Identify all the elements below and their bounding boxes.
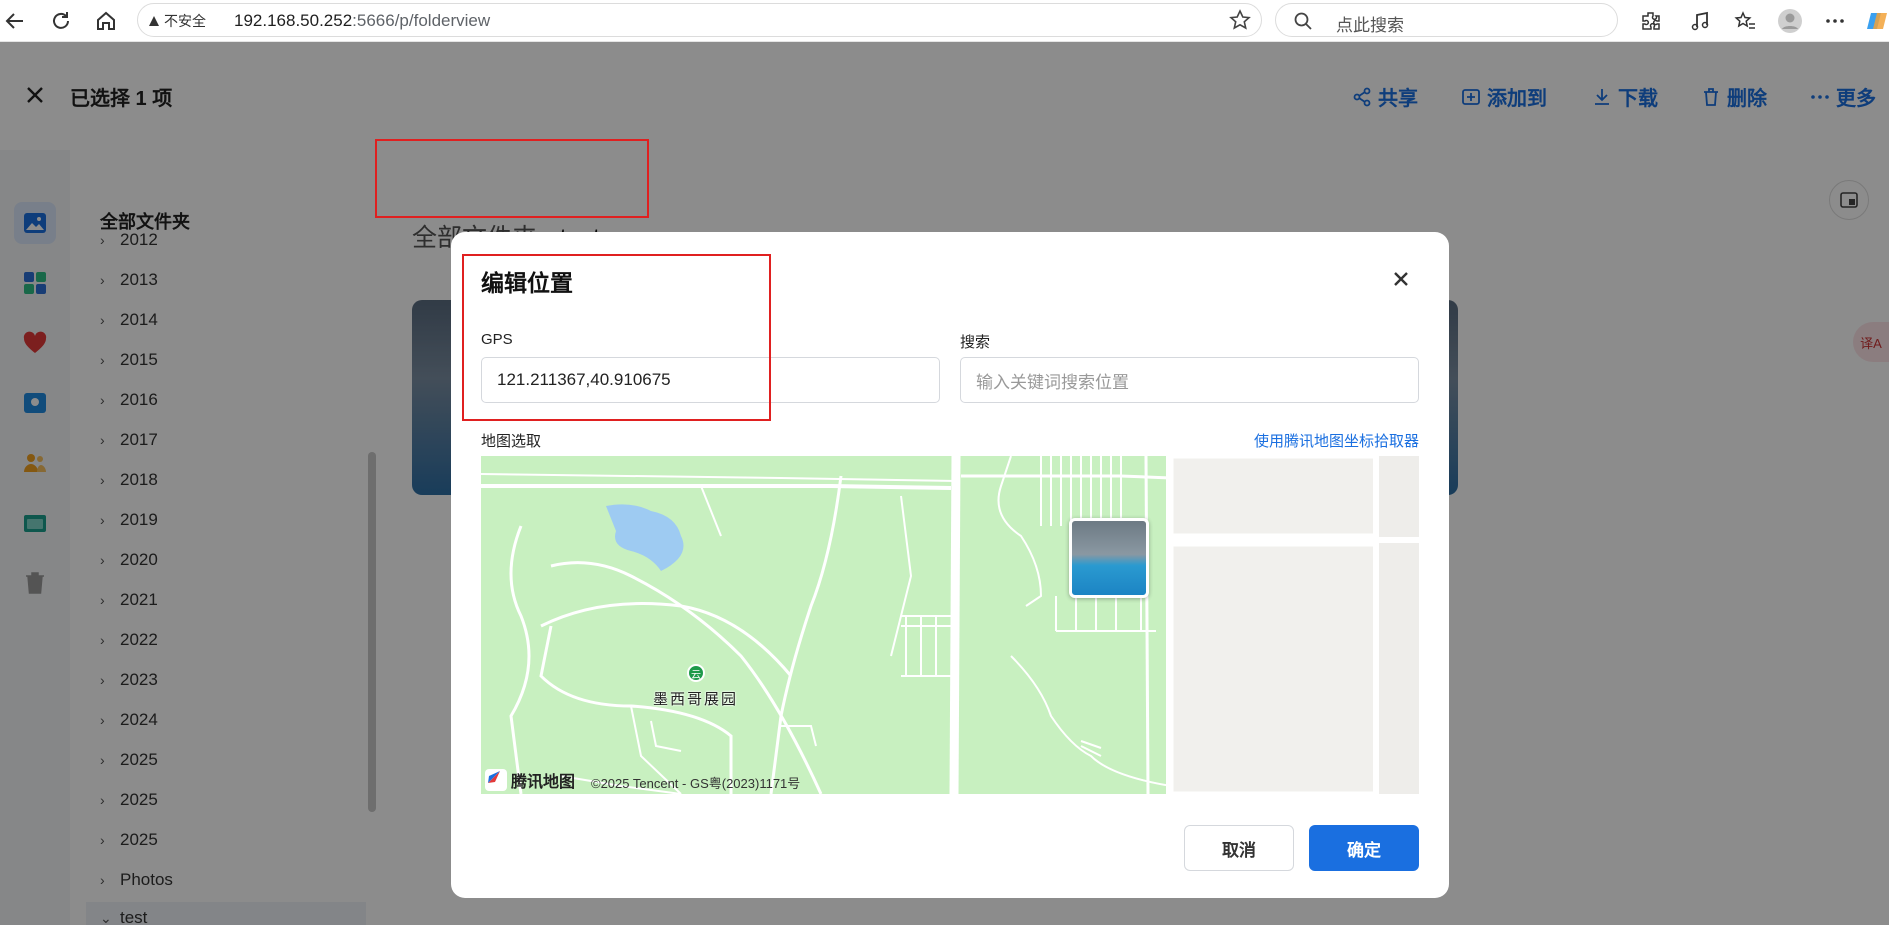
close-icon[interactable] <box>1386 264 1416 294</box>
copilot-icon[interactable] <box>1862 6 1889 36</box>
refresh-icon[interactable] <box>46 6 76 36</box>
search-label: 搜索 <box>960 334 991 351</box>
annotation-highlight <box>462 254 771 421</box>
warning-icon <box>149 16 159 26</box>
favorite-star-icon[interactable] <box>1229 9 1253 33</box>
media-control-icon[interactable] <box>1685 6 1715 36</box>
search-placeholder: 点此搜索 <box>1336 16 1404 35</box>
url-path: :5666/p/folderview <box>352 11 491 30</box>
map-logo-text: 腾讯地图 <box>511 774 576 791</box>
map-picker-label: 地图选取 <box>481 433 542 450</box>
url-text[interactable]: 192.168.50.252:5666/p/folderview <box>234 11 490 31</box>
insecure-indicator[interactable]: 不安全 <box>148 11 206 31</box>
confirm-button[interactable]: 确定 <box>1309 825 1419 871</box>
cancel-button[interactable]: 取消 <box>1184 825 1294 871</box>
map-roads <box>481 456 1419 794</box>
extensions-icon[interactable] <box>1636 6 1666 36</box>
park-poi-icon[interactable]: 云 <box>687 664 705 682</box>
poi-label: 墨西哥展园 <box>653 691 739 708</box>
map-view[interactable]: 云 墨西哥展园 腾讯地图 ©2025 Tencent - GS粤(2023)11… <box>481 456 1419 794</box>
insecure-label: 不安全 <box>164 13 206 29</box>
profile-avatar-icon[interactable] <box>1775 6 1805 36</box>
location-search-input[interactable]: 输入关键词搜索位置 <box>960 357 1419 403</box>
map-provider-logo: 腾讯地图 <box>485 768 575 792</box>
browser-toolbar: 不安全 192.168.50.252:5666/p/folderview 点此搜… <box>0 0 1889 42</box>
compass-icon <box>485 769 507 791</box>
photo-location-marker[interactable] <box>1069 518 1149 598</box>
url-host: 192.168.50.252 <box>234 11 353 30</box>
favorites-icon[interactable] <box>1730 6 1760 36</box>
map-copyright: ©2025 Tencent - GS粤(2023)1171号 <box>591 776 801 791</box>
more-menu-icon[interactable] <box>1820 6 1850 36</box>
browser-search-box[interactable]: 点此搜索 <box>1275 3 1618 37</box>
address-bar[interactable]: 不安全 192.168.50.252:5666/p/folderview <box>137 3 1262 37</box>
home-icon[interactable] <box>91 6 121 36</box>
coordinate-picker-link[interactable]: 使用腾讯地图坐标拾取器 <box>1254 430 1419 451</box>
back-icon[interactable] <box>0 6 30 36</box>
search-icon <box>1294 12 1312 30</box>
annotation-highlight <box>375 139 649 218</box>
